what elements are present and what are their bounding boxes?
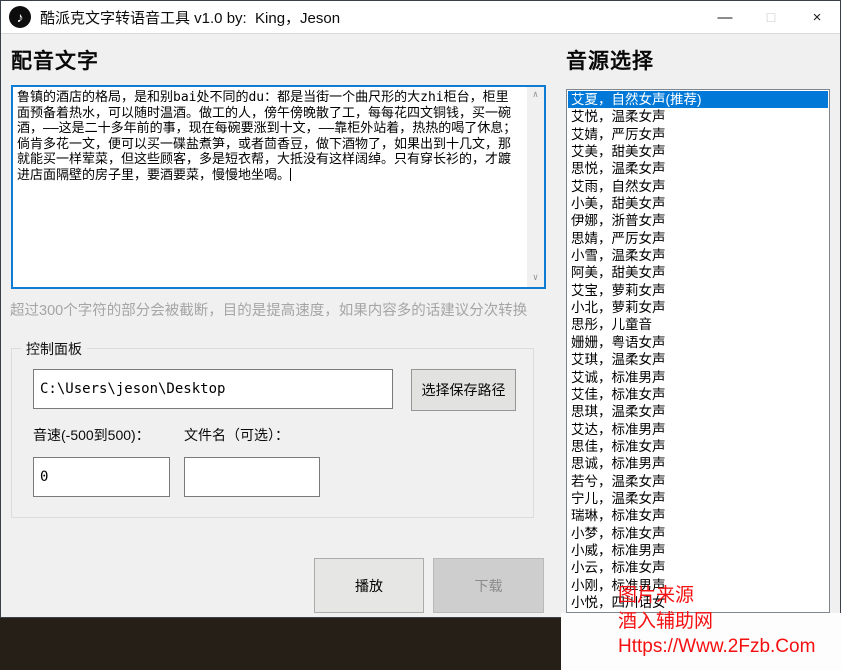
voice-option[interactable]: 艾夏，自然女声(推荐) — [568, 91, 828, 108]
voice-option[interactable]: 思悦，温柔女声 — [568, 160, 828, 177]
control-panel-legend: 控制面板 — [21, 339, 87, 359]
voice-option[interactable]: 小威，标准男声 — [568, 542, 828, 559]
scroll-down-icon[interactable]: ∨ — [533, 274, 538, 283]
voice-listbox[interactable]: 艾夏，自然女声(推荐)艾悦，温柔女声艾婧，严厉女声艾美，甜美女声思悦，温柔女声艾… — [566, 89, 830, 613]
screenshot-root: ♪ 酷派克文字转语音工具 v1.0 by: King，Jeson — □ × 配… — [0, 0, 841, 670]
text-cursor — [290, 168, 291, 181]
window-controls: — □ × — [702, 1, 840, 33]
voice-option[interactable]: 若兮，温柔女声 — [568, 473, 828, 490]
voice-option[interactable]: 思诚，标准男声 — [568, 455, 828, 472]
voice-option[interactable]: 小梦，标准女声 — [568, 525, 828, 542]
voice-option[interactable]: 思佳，标准女声 — [568, 438, 828, 455]
filename-input[interactable] — [184, 457, 320, 497]
voice-option[interactable]: 思琪，温柔女声 — [568, 403, 828, 420]
voice-option[interactable]: 艾宝，萝莉女声 — [568, 282, 828, 299]
voice-option[interactable]: 姗姗，粤语女声 — [568, 334, 828, 351]
voice-option[interactable]: 艾悦，温柔女声 — [568, 108, 828, 125]
voice-option[interactable]: 艾美，甜美女声 — [568, 143, 828, 160]
save-path-input[interactable] — [33, 369, 393, 409]
speed-label: 音速(-500到500)： — [33, 425, 150, 445]
filename-label: 文件名（可选）： — [184, 425, 289, 445]
titlebar: ♪ 酷派克文字转语音工具 v1.0 by: King，Jeson — □ × — [1, 1, 840, 34]
minimize-button[interactable]: — — [702, 1, 748, 33]
voice-option[interactable]: 小云，标准女声 — [568, 559, 828, 576]
watermark-line-1: 图片来源 — [618, 583, 815, 609]
app-window: ♪ 酷派克文字转语音工具 v1.0 by: King，Jeson — □ × 配… — [0, 0, 841, 618]
voice-option[interactable]: 瑞琳，标准女声 — [568, 507, 828, 524]
watermark-line-3: Https://Www.2Fzb.Com — [618, 634, 815, 660]
speech-text-input[interactable]: 鲁镇的酒店的格局，是和别bai处不同的du：都是当街一个曲尺形的大zhi柜台，柜… — [11, 85, 546, 289]
voice-option[interactable]: 艾佳，标准女声 — [568, 386, 828, 403]
control-panel-groupbox: 控制面板 选择保存路径 音速(-500到500)： 文件名（可选）： — [11, 348, 534, 518]
voice-option[interactable]: 艾雨，自然女声 — [568, 178, 828, 195]
voice-option[interactable]: 小美，甜美女声 — [568, 195, 828, 212]
choose-save-path-button[interactable]: 选择保存路径 — [411, 369, 516, 411]
voice-option[interactable]: 艾诚，标准男声 — [568, 369, 828, 386]
close-button[interactable]: × — [794, 1, 840, 33]
voice-option[interactable]: 艾琪，温柔女声 — [568, 351, 828, 368]
speed-input[interactable] — [33, 457, 170, 497]
maximize-button[interactable]: □ — [748, 1, 794, 33]
watermark-line-2: 酒入辅助网 — [618, 609, 815, 635]
voice-text-heading: 配音文字 — [11, 45, 99, 75]
voice-option[interactable]: 宁儿，温柔女声 — [568, 490, 828, 507]
voice-option[interactable]: 思婧，严厉女声 — [568, 230, 828, 247]
speech-text-value: 鲁镇的酒店的格局，是和别bai处不同的du：都是当街一个曲尺形的大zhi柜台，柜… — [17, 90, 516, 183]
voice-option[interactable]: 小北，萝莉女声 — [568, 299, 828, 316]
download-button[interactable]: 下载 — [433, 558, 544, 613]
scroll-up-icon[interactable]: ∧ — [533, 91, 538, 100]
voice-option[interactable]: 伊娜，浙普女声 — [568, 212, 828, 229]
voice-option[interactable]: 阿美，甜美女声 — [568, 264, 828, 281]
voice-source-heading: 音源选择 — [566, 45, 654, 75]
app-logo-icon: ♪ — [9, 6, 31, 28]
voice-option[interactable]: 小雪，温柔女声 — [568, 247, 828, 264]
truncation-note: 超过300个字符的部分会被截断，目的是提高速度，如果内容多的话建议分次转换 — [10, 299, 555, 320]
watermark-text: 图片来源 酒入辅助网 Https://Www.2Fzb.Com — [618, 583, 815, 660]
voice-option[interactable]: 艾婧，严厉女声 — [568, 126, 828, 143]
voice-option[interactable]: 思彤，儿童音 — [568, 316, 828, 333]
play-button[interactable]: 播放 — [314, 558, 424, 613]
window-title: 酷派克文字转语音工具 v1.0 by: King，Jeson — [40, 7, 340, 28]
textarea-scrollbar[interactable]: ∧ ∨ — [527, 87, 544, 287]
voice-option[interactable]: 艾达，标准男声 — [568, 421, 828, 438]
